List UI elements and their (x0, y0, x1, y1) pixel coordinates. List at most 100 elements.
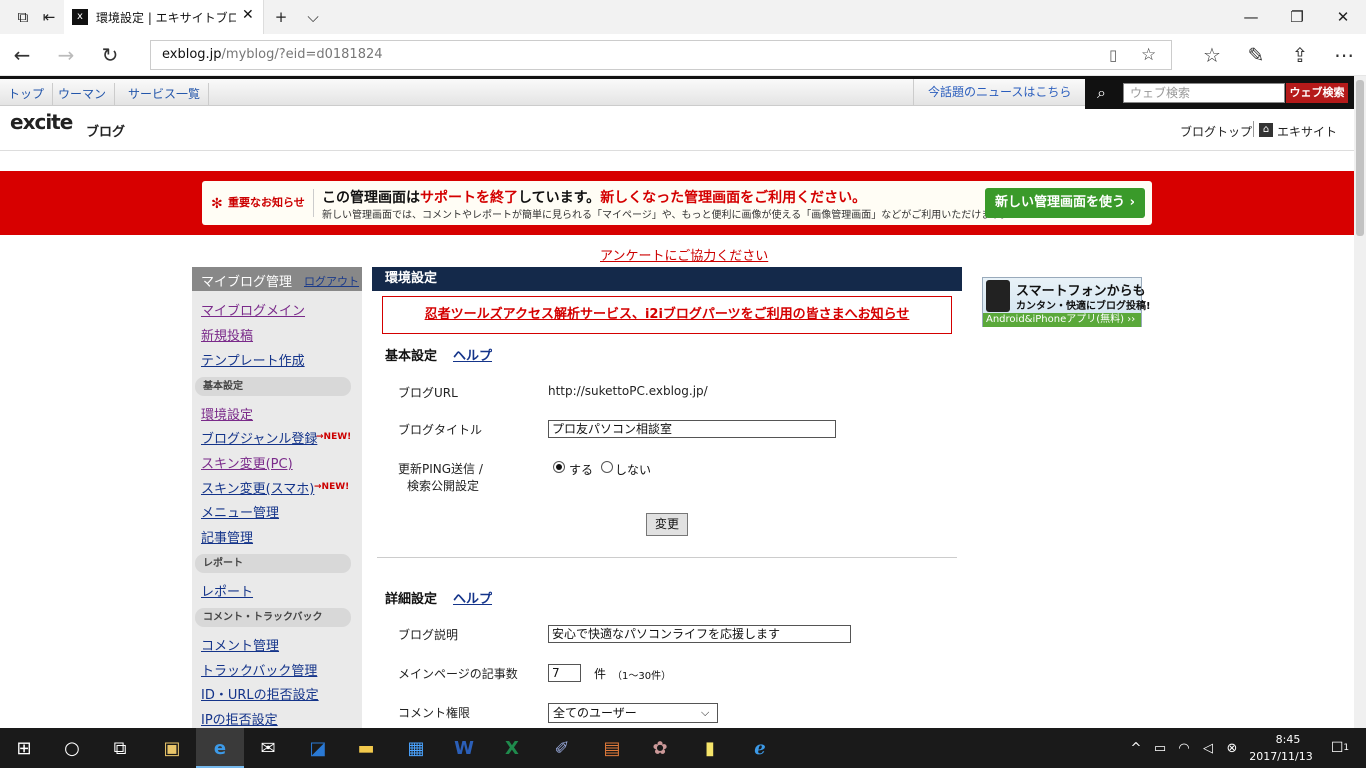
sidebar-item-id-block[interactable]: ID・URLの拒否設定 (201, 684, 319, 703)
forward-arrow-icon[interactable]: → (44, 34, 88, 76)
posts-count-unit: 件 (594, 667, 607, 681)
favorite-star-icon[interactable]: ☆ (1141, 41, 1156, 69)
task-view-icon[interactable]: ⧉ (96, 728, 144, 768)
notice-main-red2: 新しくなった管理画面をご利用ください。 (600, 190, 867, 206)
gnav-services[interactable]: サービス一覧 (120, 83, 210, 105)
url-field[interactable]: exblog.jp/myblog/?eid=d0181824 ▯ ☆ (150, 40, 1172, 70)
blog-title-label: ブログタイトル (398, 423, 483, 437)
excite-logo[interactable]: excite (10, 110, 73, 134)
news-link[interactable]: 今話題のニュースはこちら (913, 79, 1085, 106)
sidebar-title: マイブログ管理 (201, 275, 293, 290)
sidebar-item-environment[interactable]: 環境設定 (201, 404, 253, 423)
sidebar-item-new-post[interactable]: 新規投稿 (201, 325, 253, 344)
sticky-notes-icon[interactable]: ▮ (686, 728, 734, 768)
scrollbar-thumb[interactable] (1356, 80, 1364, 236)
ping-radio-yes[interactable] (553, 461, 565, 473)
blog-url-value: http://sukettoPC.exblog.jp/ (548, 384, 708, 398)
more-icon[interactable]: ⋯ (1322, 34, 1366, 76)
blog-top-link[interactable]: ブログトップ (1180, 123, 1252, 140)
logout-link[interactable]: ログアウト (304, 273, 359, 289)
notice-main-text: この管理画面はサポートを終了しています。新しくなった管理画面をご利用ください。 (322, 187, 866, 207)
clock-time[interactable]: 8:45 (1268, 733, 1308, 746)
chevron-down-icon: ⌵ (701, 706, 710, 719)
photo-viewer-icon[interactable]: ▣ (148, 728, 196, 768)
file-explorer-icon[interactable]: ▬ (342, 728, 390, 768)
ping-radio-no-label: しない (615, 463, 652, 477)
new-badge: →NEW! (316, 432, 352, 442)
tab-active[interactable]: x 環境設定 | エキサイトブログ ✕ (64, 0, 264, 34)
battery-icon[interactable]: ▭ (1148, 728, 1172, 768)
web-search-input[interactable]: ウェブ検索 (1123, 83, 1285, 103)
windows-start-icon[interactable]: ⊞ (0, 728, 48, 768)
mail-icon[interactable]: ✉ (244, 728, 292, 768)
page-title: 環境設定 (372, 267, 962, 291)
tab-preview-chevron-icon[interactable]: ⌵ (290, 0, 336, 34)
sidebar-section-report: レポート (195, 554, 351, 573)
ping-radio-no[interactable] (601, 461, 613, 473)
basic-help-link[interactable]: ヘルプ (453, 345, 492, 364)
sidebar-item-comments[interactable]: コメント管理 (201, 635, 279, 654)
notice-sub-text: 新しい管理画面では、コメントやレポートが簡単に見られる「マイページ」や、もっと便… (322, 210, 1011, 221)
sidebar-item-trackbacks[interactable]: トラックバック管理 (201, 660, 317, 679)
maximize-icon[interactable]: ❐ (1274, 0, 1320, 34)
sidebar-item-report[interactable]: レポート (201, 581, 253, 600)
sidebar-item-template[interactable]: テンプレート作成 (201, 350, 305, 369)
page-scrollbar[interactable] (1354, 76, 1366, 728)
store-icon[interactable]: ▦ (392, 728, 440, 768)
section-divider (377, 557, 957, 558)
tray-chevron-up-icon[interactable]: ^ (1124, 728, 1148, 768)
toolbox-icon[interactable]: ▤ (588, 728, 636, 768)
comment-permission-select[interactable]: 全てのユーザー ⌵ (548, 703, 718, 723)
comment-permission-value: 全てのユーザー (553, 706, 637, 720)
paint-icon[interactable]: ✐ (538, 728, 586, 768)
share-icon[interactable]: ⇪ (1278, 34, 1322, 76)
pen-icon[interactable]: ✎ (1234, 34, 1278, 76)
site-favicon-icon: x (72, 9, 88, 25)
internet-explorer-icon[interactable]: ℯ (736, 728, 784, 768)
excite-site-link[interactable]: エキサイト (1277, 123, 1337, 140)
new-admin-button[interactable]: 新しい管理画面を使う › (985, 188, 1145, 218)
excel-icon[interactable]: X (488, 728, 536, 768)
minimize-icon[interactable]: — (1228, 0, 1274, 34)
wifi-icon[interactable]: ◠ (1172, 728, 1196, 768)
detail-help-link[interactable]: ヘルプ (453, 588, 492, 607)
refresh-icon[interactable]: ↻ (88, 34, 132, 76)
blog-title-input[interactable]: プロ友パソコン相談室 (548, 420, 836, 438)
change-button[interactable]: 変更 (646, 513, 688, 536)
favorites-hub-icon[interactable]: ☆ (1190, 34, 1234, 76)
cortana-icon[interactable]: ○ (48, 728, 96, 768)
sidebar-item-articles[interactable]: 記事管理 (201, 527, 253, 546)
sidebar-section-basic: 基本設定 (195, 377, 351, 396)
ninja-notice-link[interactable]: 忍者ツールズアクセス解析サービス、i2iブログパーツをご利用の皆さまへお知らせ (382, 296, 952, 334)
sidebar-item-skin-pc[interactable]: スキン変更(PC) (201, 453, 293, 472)
sidebar-item-myblog-main[interactable]: マイブログメイン (201, 300, 305, 319)
edge-icon[interactable]: e (196, 728, 244, 768)
blog-desc-label: ブログ説明 (398, 628, 459, 642)
web-search-button[interactable]: ウェブ検索 (1286, 83, 1348, 103)
window-close-icon[interactable]: ✕ (1320, 0, 1366, 34)
posts-count-label: メインページの記事数 (398, 667, 518, 681)
header-divider (1253, 121, 1254, 137)
blog-url-label: ブログURL (398, 386, 458, 400)
notice-main-red1: サポートを終了 (420, 190, 518, 206)
outlook-icon[interactable]: ◪ (294, 728, 342, 768)
sidebar-item-skin-smartphone[interactable]: スキン変更(スマホ) (201, 478, 314, 497)
back-arrow-icon[interactable]: ← (0, 34, 44, 76)
sidebar-item-menu[interactable]: メニュー管理 (201, 502, 279, 521)
paint-brush-icon[interactable]: ✿ (636, 728, 684, 768)
sidebar-item-genre[interactable]: ブログジャンル登録 (201, 428, 317, 447)
gnav-woman[interactable]: ウーマン (50, 83, 116, 105)
posts-count-input[interactable]: 7 (548, 664, 581, 682)
blog-desc-input[interactable]: 安心で快適なパソコンライフを応援します (548, 625, 851, 643)
word-icon[interactable]: W (440, 728, 488, 768)
gnav-top[interactable]: トップ (0, 83, 54, 105)
notification-center-icon[interactable]: ☐ 1 (1320, 728, 1360, 768)
survey-link[interactable]: アンケートにご協力ください (600, 245, 768, 264)
volume-icon[interactable]: ◁ (1196, 728, 1220, 768)
clock-date[interactable]: 2017/11/13 (1246, 750, 1316, 763)
close-tab-icon[interactable]: ✕ (242, 7, 254, 23)
sidebar-item-ip-block[interactable]: IPの拒否設定 (201, 709, 278, 728)
ime-icon[interactable]: ⊗ (1220, 728, 1244, 768)
notice-main-mid: しています。 (518, 190, 601, 206)
reading-view-icon[interactable]: ▯ (1109, 41, 1117, 69)
